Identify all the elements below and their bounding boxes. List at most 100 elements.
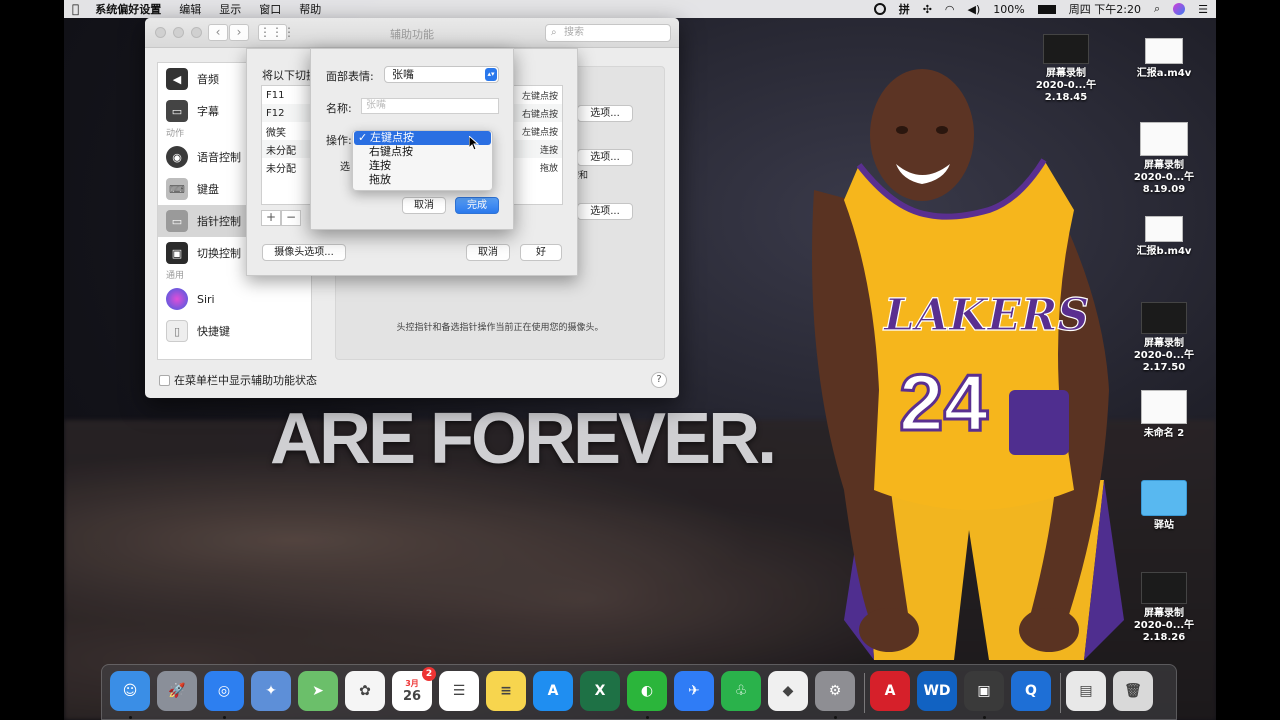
notes-icon[interactable]: ≡	[486, 671, 526, 711]
desktop-icon-label: 驿站	[1154, 520, 1174, 531]
menu-app-name[interactable]: 系统偏好设置	[95, 1, 161, 17]
menu-item-drag-drop[interactable]: 拖放	[353, 173, 492, 187]
desktop-icon-sublabel: 2020-0...午 2.18.45	[1035, 80, 1097, 103]
menu-view[interactable]: 显示	[219, 1, 241, 17]
desktop-icon-screen-recording-1[interactable]: 屏幕录制 2020-0...午 2.18.45	[1016, 34, 1116, 104]
desktop-icon-report-b[interactable]: 汇报b.m4v	[1114, 216, 1214, 258]
search-icon: ⌕	[551, 27, 557, 38]
notification-center-icon[interactable]: ☰	[1198, 3, 1208, 16]
input-method-icon[interactable]: 拼	[899, 1, 910, 17]
checkbox-label: 在菜单栏中显示辅助功能状态	[174, 374, 317, 387]
running-indicator	[223, 716, 226, 719]
preview-icon[interactable]: ✦	[251, 671, 291, 711]
accessibility-icon[interactable]: ✣	[923, 3, 932, 16]
desktop-icon-screen-recording-4[interactable]: 屏幕录制 2020-0...午 2.18.26	[1114, 572, 1214, 644]
desktop-icon-report-a[interactable]: 汇报a.m4v	[1114, 38, 1214, 80]
wechat-icon[interactable]: ◐	[627, 671, 667, 711]
menu-bar:  系统偏好设置 编辑 显示 窗口 帮助 拼 ✣ ◠ ◀︎) 100% 周四 下…	[64, 0, 1216, 18]
quicktime-icon[interactable]: Q	[1011, 671, 1051, 711]
name-label: 名称:	[326, 102, 352, 115]
photos-icon[interactable]: ✿	[345, 671, 385, 711]
desktop-icon-sublabel: 2020-0...午 8.19.09	[1133, 172, 1195, 195]
options-button-1[interactable]: 选项...	[577, 105, 633, 122]
running-indicator	[646, 716, 649, 719]
excel-icon[interactable]: X	[580, 671, 620, 711]
desktop-icon-sublabel: 2020-0...午 2.18.26	[1133, 620, 1195, 643]
siri-menubar-icon[interactable]	[1173, 3, 1186, 15]
spotlight-search-icon[interactable]: ⌕	[1154, 2, 1160, 16]
sheet-cancel-button[interactable]: 取消	[466, 244, 510, 261]
jersey-number-text: 24	[899, 358, 988, 447]
desktop-icon-screen-recording-2[interactable]: 屏幕录制 2020-0...午 8.19.09	[1114, 122, 1214, 196]
list-item-action: 连按	[539, 145, 558, 156]
voice-control-icon: ◉	[166, 146, 188, 168]
record-stop-icon[interactable]	[873, 3, 886, 15]
clock[interactable]: 周四 下午2:20	[1069, 1, 1141, 17]
speaker-icon: ◀	[166, 68, 188, 90]
expression-cancel-button[interactable]: 取消	[402, 197, 446, 214]
sketch-icon[interactable]: ◆	[768, 671, 808, 711]
menu-edit[interactable]: 编辑	[179, 1, 201, 17]
mouse-cursor-icon	[469, 136, 479, 150]
menu-help[interactable]: 帮助	[299, 1, 321, 17]
wallpaper-slogan: ARE FOREVER.	[270, 399, 777, 479]
checkbox-box[interactable]	[159, 374, 170, 386]
expression-label: 面部表情:	[326, 70, 374, 83]
name-field[interactable]: 张嘴	[361, 98, 499, 114]
safari-icon[interactable]: ◎	[204, 671, 244, 711]
app-store-icon[interactable]: A	[533, 671, 573, 711]
help-button[interactable]: ?	[651, 372, 667, 388]
options-button-2[interactable]: 选项...	[577, 149, 633, 166]
add-button[interactable]: +	[261, 210, 281, 226]
downloads-stack-icon[interactable]: ▤	[1066, 671, 1106, 711]
reminders-icon[interactable]: ☰	[439, 671, 479, 711]
action-label: 操作:	[326, 134, 352, 147]
system-preferences-icon[interactable]: ⚙	[815, 671, 855, 711]
window-titlebar: ‹ › ⋮⋮⋮ 辅助功能 ⌕ 搜索	[145, 18, 679, 48]
screenshot-icon[interactable]: ▣	[964, 671, 1004, 711]
running-indicator	[129, 716, 132, 719]
sidebar-item-label: 音频	[197, 73, 219, 86]
list-item-key: 微笑	[266, 127, 286, 139]
show-in-menubar-checkbox[interactable]: 在菜单栏中显示辅助功能状态	[159, 372, 317, 388]
sheet-ok-button[interactable]: 好	[520, 244, 562, 261]
trash-icon[interactable]: 🗑	[1113, 671, 1153, 711]
remove-button[interactable]: −	[281, 210, 301, 226]
sidebar-item-label: 切换控制	[197, 247, 241, 260]
acrobat-icon[interactable]: A	[870, 671, 910, 711]
calendar-icon[interactable]: 3月 26 2	[392, 667, 436, 711]
camera-options-button[interactable]: 摄像头选项...	[262, 244, 346, 261]
launchpad-icon[interactable]: 🚀	[157, 671, 197, 711]
sidebar-item-label: 语音控制	[197, 151, 241, 164]
options-button-3[interactable]: 选项...	[577, 203, 633, 220]
wd-icon[interactable]: WD	[917, 671, 957, 711]
popup-arrows-icon: ▴▾	[485, 68, 497, 81]
video-thumbnail-icon	[1141, 572, 1187, 604]
volume-icon[interactable]: ◀︎)	[968, 3, 981, 16]
evernote-icon[interactable]: ♧	[721, 671, 761, 711]
feishu-icon[interactable]: ✈	[674, 671, 714, 711]
running-indicator	[834, 716, 837, 719]
maps-icon[interactable]: ➤	[298, 671, 338, 711]
menu-item-label: 左键点按	[370, 131, 414, 144]
desktop-icon-folder[interactable]: 驿站	[1114, 480, 1214, 532]
desktop-icon-untitled-2[interactable]: 未命名 2	[1114, 390, 1214, 440]
apple-menu-icon[interactable]: 	[72, 2, 79, 16]
list-item-key: F11	[266, 89, 285, 101]
desktop-icon-label: 屏幕录制	[1046, 68, 1086, 79]
finder-icon[interactable]: ☺	[110, 671, 150, 711]
desktop-icon-screen-recording-3[interactable]: 屏幕录制 2020-0...午 2.17.50	[1114, 302, 1214, 374]
sidebar-item-siri[interactable]: Siri	[158, 283, 311, 315]
expression-popup[interactable]: 张嘴 ▴▾	[384, 66, 499, 83]
wifi-icon[interactable]: ◠	[945, 3, 955, 16]
search-field[interactable]: ⌕ 搜索	[545, 24, 671, 42]
menu-item-double-click[interactable]: 连按	[353, 159, 492, 173]
battery-icon[interactable]	[1037, 4, 1056, 14]
desktop-icon-label: 汇报a.m4v	[1136, 68, 1192, 79]
menu-window[interactable]: 窗口	[259, 1, 281, 17]
video-thumbnail-icon	[1141, 302, 1187, 334]
sidebar-item-shortcut[interactable]: ▯ 快捷键	[158, 315, 311, 347]
list-item-action: 左键点按	[521, 91, 558, 102]
battery-percent[interactable]: 100%	[993, 3, 1024, 16]
expression-done-button[interactable]: 完成	[455, 197, 499, 214]
